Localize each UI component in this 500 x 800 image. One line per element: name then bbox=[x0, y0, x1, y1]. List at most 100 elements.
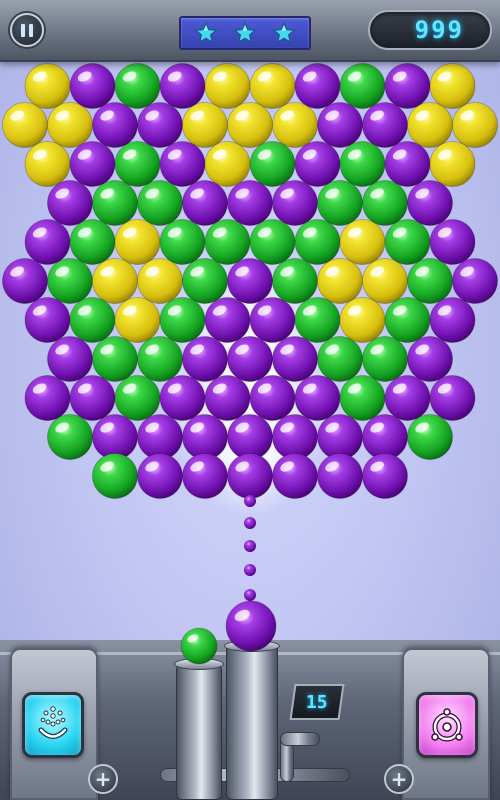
bubble-purple bbox=[69, 375, 116, 421]
bubble-purple bbox=[384, 141, 431, 187]
bubble-yellow bbox=[182, 102, 228, 148]
bubble-green bbox=[317, 180, 363, 226]
bubble-purple bbox=[92, 102, 138, 148]
add-booster-button-left[interactable]: + bbox=[88, 764, 118, 794]
bubble-yellow bbox=[429, 141, 476, 187]
bubble-purple bbox=[272, 414, 318, 460]
bubble-purple bbox=[384, 375, 431, 421]
bubble-purple bbox=[47, 336, 93, 382]
bomb-booster-button[interactable] bbox=[416, 692, 478, 758]
bubble-purple bbox=[182, 336, 228, 382]
bubble-yellow bbox=[429, 63, 476, 109]
bubble-grid[interactable] bbox=[2, 63, 498, 499]
aim-dot bbox=[244, 540, 256, 552]
bubble-purple bbox=[452, 258, 498, 304]
bubble-purple bbox=[137, 453, 183, 499]
bubble-purple bbox=[227, 258, 273, 304]
bubble-yellow bbox=[317, 258, 363, 304]
bubble-purple bbox=[92, 414, 138, 460]
bubble-yellow bbox=[249, 63, 296, 109]
bubble-purple bbox=[294, 63, 341, 109]
bubble-purple bbox=[317, 102, 363, 148]
bubble-purple bbox=[182, 414, 228, 460]
bubble-purple bbox=[384, 63, 431, 109]
next-bubble-holder bbox=[176, 664, 222, 800]
star-icon bbox=[194, 21, 218, 44]
bubble-green bbox=[92, 453, 138, 499]
bubble-green bbox=[294, 297, 341, 343]
bubble-purple bbox=[272, 453, 318, 499]
bubble-green bbox=[249, 141, 296, 187]
bubble-green bbox=[204, 219, 251, 265]
bubble-purple bbox=[204, 375, 251, 421]
bubble-green bbox=[137, 180, 183, 226]
plus-icon[interactable]: + bbox=[95, 769, 112, 789]
bubble-purple bbox=[47, 180, 93, 226]
game-screen[interactable]: 999 + + 15 bbox=[0, 0, 500, 800]
bubble-purple bbox=[159, 141, 206, 187]
bubble-purple bbox=[159, 63, 206, 109]
fountain-smile-icon bbox=[38, 706, 68, 739]
bubble-yellow bbox=[227, 102, 273, 148]
bubble-green bbox=[47, 414, 93, 460]
score-value: 999 bbox=[414, 16, 464, 44]
shots-remaining-value: 15 bbox=[306, 691, 328, 713]
bubble-green bbox=[339, 375, 386, 421]
aim-dot bbox=[244, 495, 256, 507]
bubble-green bbox=[407, 258, 453, 304]
pause-button[interactable] bbox=[10, 13, 44, 47]
bubble-purple bbox=[227, 453, 273, 499]
bubble-green bbox=[47, 258, 93, 304]
bubble-purple bbox=[182, 453, 228, 499]
cannon-barrel bbox=[226, 644, 278, 800]
pause-icon[interactable] bbox=[19, 23, 35, 37]
bubble-yellow bbox=[24, 141, 71, 187]
bubble-green bbox=[272, 258, 318, 304]
bubble-purple bbox=[362, 414, 408, 460]
bubble-purple bbox=[317, 453, 363, 499]
bubble-purple bbox=[407, 180, 453, 226]
bubble-purple bbox=[24, 219, 71, 265]
bubble-purple bbox=[227, 336, 273, 382]
bubble-green bbox=[362, 180, 408, 226]
bubble-purple bbox=[429, 219, 476, 265]
bubble-green bbox=[92, 336, 138, 382]
bubble-yellow bbox=[272, 102, 318, 148]
bubble-purple bbox=[294, 141, 341, 187]
aim-dot bbox=[244, 589, 256, 601]
bubble-green bbox=[159, 297, 206, 343]
bubble-purple bbox=[69, 63, 116, 109]
add-booster-button-right[interactable]: + bbox=[384, 764, 414, 794]
bubble-green bbox=[69, 219, 116, 265]
bubble-yellow bbox=[204, 141, 251, 187]
star-icon bbox=[272, 21, 296, 44]
aim-dot bbox=[244, 564, 256, 576]
bubble-purple bbox=[24, 297, 71, 343]
bubble-purple bbox=[272, 180, 318, 226]
bubble-purple bbox=[407, 336, 453, 382]
fountain-booster-button[interactable] bbox=[22, 692, 84, 758]
bubble-purple bbox=[69, 141, 116, 187]
bubble-green bbox=[384, 219, 431, 265]
bubble-green bbox=[182, 258, 228, 304]
bubble-yellow bbox=[407, 102, 453, 148]
bubble-yellow bbox=[339, 219, 386, 265]
top-hud: 999 bbox=[0, 0, 500, 62]
bubble-purple bbox=[249, 297, 296, 343]
bubble-purple bbox=[137, 414, 183, 460]
star-icon bbox=[233, 21, 257, 44]
bubble-yellow bbox=[114, 219, 161, 265]
bubble-purple bbox=[272, 336, 318, 382]
bubble-green bbox=[114, 375, 161, 421]
bubble-purple bbox=[429, 375, 476, 421]
plus-icon[interactable]: + bbox=[391, 769, 408, 789]
cannon-barrel-cap bbox=[224, 640, 280, 652]
bubble-yellow bbox=[362, 258, 408, 304]
bubble-green bbox=[249, 219, 296, 265]
bubble-purple bbox=[2, 258, 48, 304]
bubble-green bbox=[317, 336, 363, 382]
bubble-yellow bbox=[114, 297, 161, 343]
bubble-purple bbox=[249, 375, 296, 421]
bubble-yellow bbox=[452, 102, 498, 148]
bubble-purple bbox=[362, 453, 408, 499]
